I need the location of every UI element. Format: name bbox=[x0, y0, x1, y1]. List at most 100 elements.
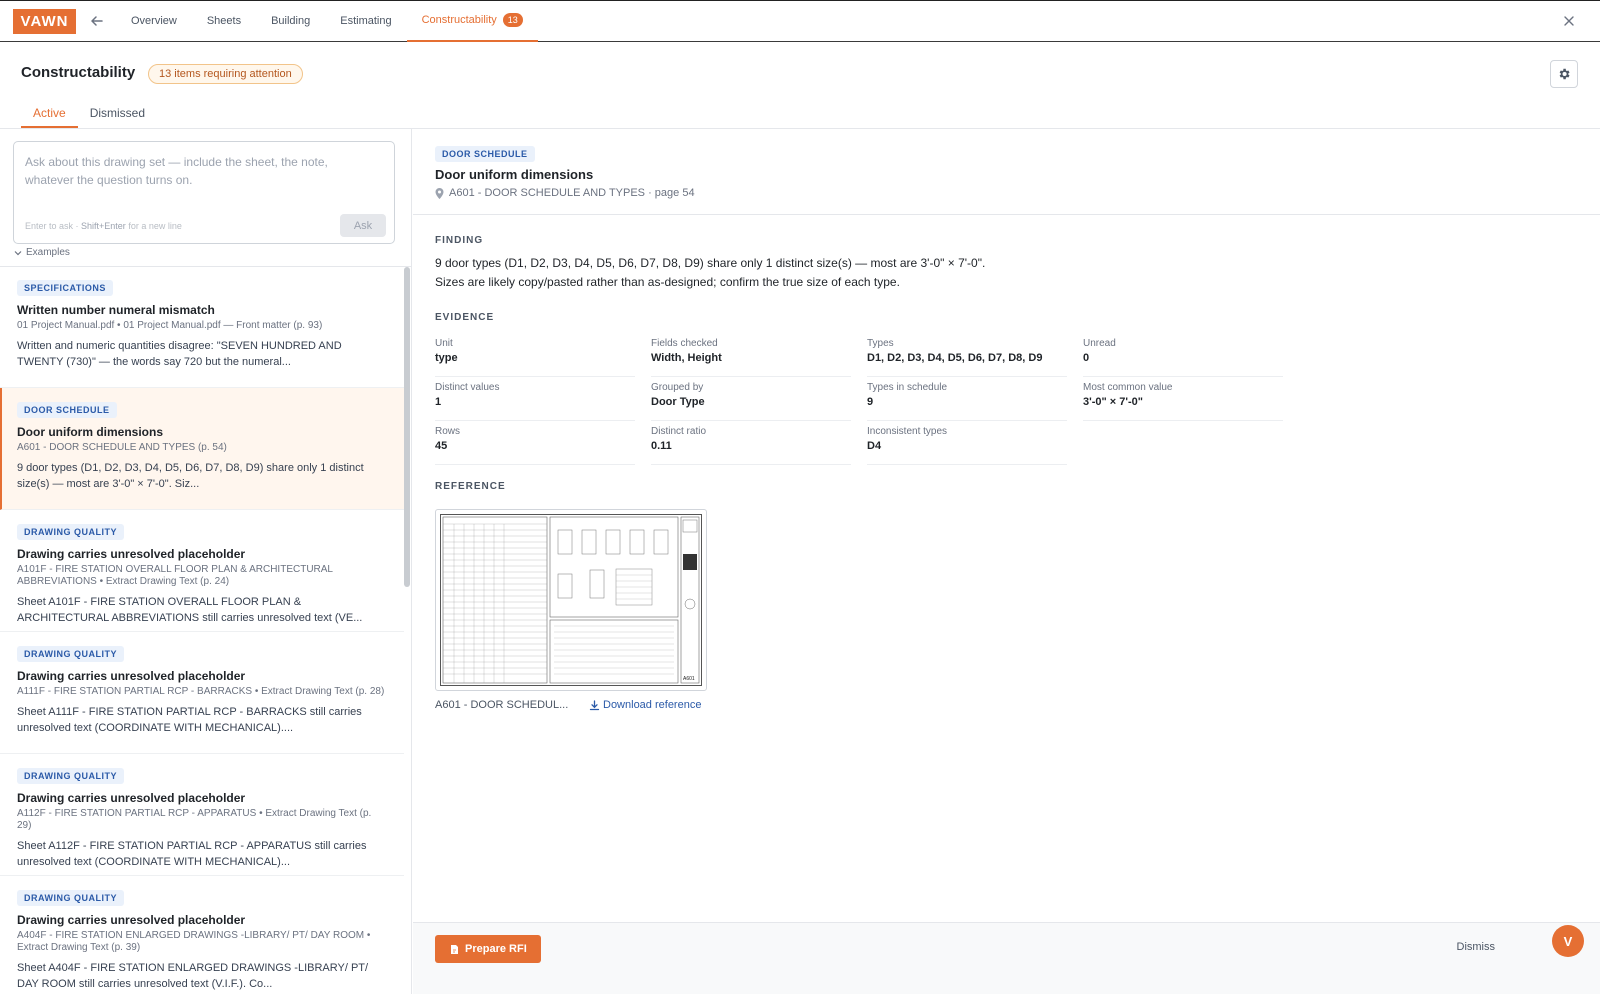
nav-tab-label: Sheets bbox=[206, 15, 242, 27]
evidence-value: Door Type bbox=[651, 396, 705, 408]
evidence-label: Grouped by bbox=[651, 382, 704, 393]
item-description: Sheet A404F - FIRE STATION ENLARGED DRAW… bbox=[17, 962, 369, 990]
attention-badge: 13 items requiring attention bbox=[148, 64, 303, 84]
list-item-selected[interactable]: DOOR SCHEDULE Door uniform dimensions A6… bbox=[0, 388, 404, 510]
back-arrow-icon[interactable] bbox=[86, 10, 108, 32]
category-badge: DRAWING QUALITY bbox=[17, 890, 124, 906]
evidence-label: Rows bbox=[435, 426, 461, 437]
gear-icon bbox=[1559, 68, 1570, 80]
location-pin-icon bbox=[435, 187, 444, 199]
item-title: Drawing carries unresolved placeholder bbox=[17, 791, 246, 805]
nav-tab-label: Estimating bbox=[340, 15, 392, 27]
ask-hint: Enter to ask · Shift+Enter for a new lin… bbox=[25, 221, 182, 231]
evidence-cell: Distinct values 1 bbox=[435, 379, 651, 423]
evidence-cell: Unit type bbox=[435, 335, 651, 379]
nav-tab-building[interactable]: Building bbox=[256, 1, 325, 42]
evidence-value: Width, Height bbox=[651, 352, 722, 364]
finding-detail-panel: DOOR SCHEDULE Door uniform dimensions A6… bbox=[413, 129, 1600, 994]
evidence-label: Most common value bbox=[1083, 382, 1173, 393]
list-item[interactable]: DRAWING QUALITY Drawing carries unresolv… bbox=[0, 632, 404, 754]
evidence-label: Types in schedule bbox=[867, 382, 948, 393]
nav-tab-estimating[interactable]: Estimating bbox=[325, 1, 406, 42]
list-item[interactable]: SPECIFICATIONS Written number numeral mi… bbox=[0, 266, 404, 388]
item-meta: A111F - FIRE STATION PARTIAL RCP - BARRA… bbox=[17, 686, 385, 697]
evidence-label: Distinct values bbox=[435, 382, 500, 393]
item-title: Written number numeral mismatch bbox=[17, 303, 215, 317]
detail-divider bbox=[413, 214, 1600, 215]
evidence-label: Types bbox=[867, 338, 894, 349]
evidence-cell: Types in schedule 9 bbox=[867, 379, 1083, 423]
settings-button[interactable] bbox=[1550, 60, 1578, 88]
list-item[interactable]: DRAWING QUALITY Drawing carries unresolv… bbox=[0, 754, 404, 876]
detail-title: Door uniform dimensions bbox=[435, 167, 594, 182]
item-meta: A112F - FIRE STATION PARTIAL RCP - APPAR… bbox=[17, 808, 372, 831]
prepare-rfi-label: Prepare RFI bbox=[465, 943, 527, 955]
drawing-sheet-thumbnail: A601 bbox=[440, 514, 702, 686]
evidence-label: Unread bbox=[1083, 338, 1116, 349]
item-meta: A404F - FIRE STATION ENLARGED DRAWINGS -… bbox=[17, 930, 371, 953]
reference-label: REFERENCE bbox=[435, 481, 506, 492]
download-reference-link[interactable]: Download reference bbox=[589, 699, 701, 711]
category-badge: DRAWING QUALITY bbox=[17, 646, 124, 662]
dismiss-button[interactable]: Dismiss bbox=[1457, 941, 1496, 953]
item-description: Sheet A111F - FIRE STATION PARTIAL RCP -… bbox=[17, 706, 362, 734]
nav-count-badge: 13 bbox=[502, 13, 523, 27]
detail-location[interactable]: A601 - DOOR SCHEDULE AND TYPES · page 54 bbox=[435, 187, 695, 199]
nav-tab-overview[interactable]: Overview bbox=[116, 1, 192, 42]
item-title: Drawing carries unresolved placeholder bbox=[17, 913, 246, 927]
evidence-cell: Unread 0 bbox=[1083, 335, 1299, 379]
ask-hint-key: Shift+Enter bbox=[81, 221, 126, 231]
examples-label: Examples bbox=[26, 247, 70, 258]
list-item[interactable]: DRAWING QUALITY Drawing carries unresolv… bbox=[0, 876, 404, 994]
category-badge: DOOR SCHEDULE bbox=[17, 402, 117, 418]
avatar[interactable]: V bbox=[1552, 925, 1584, 957]
category-badge: DRAWING QUALITY bbox=[17, 768, 124, 784]
evidence-cell-empty bbox=[1083, 423, 1299, 467]
tab-active[interactable]: Active bbox=[21, 102, 78, 128]
evidence-cell: Most common value 3'-0" × 7'-0" bbox=[1083, 379, 1299, 423]
evidence-value: 45 bbox=[435, 440, 448, 452]
close-icon[interactable] bbox=[1560, 12, 1578, 30]
ask-hint-prefix: Enter to ask · bbox=[25, 221, 82, 231]
item-description: Sheet A112F - FIRE STATION PARTIAL RCP -… bbox=[17, 840, 367, 868]
tab-dismissed[interactable]: Dismissed bbox=[78, 102, 157, 128]
nav-tab-sheets[interactable]: Sheets bbox=[192, 1, 256, 42]
detail-category-badge: DOOR SCHEDULE bbox=[435, 146, 535, 162]
reference-caption: A601 - DOOR SCHEDUL... bbox=[435, 699, 569, 711]
evidence-label: EVIDENCE bbox=[435, 312, 495, 323]
evidence-cell: Rows 45 bbox=[435, 423, 651, 467]
prepare-rfi-button[interactable]: Prepare RFI bbox=[435, 935, 541, 963]
evidence-label: Distinct ratio bbox=[651, 426, 707, 437]
evidence-label: Unit bbox=[435, 338, 453, 349]
page-title: Constructability bbox=[21, 64, 136, 81]
findings-list-panel: Ask about this drawing set — include the… bbox=[0, 129, 412, 994]
app-logo[interactable]: VAWN bbox=[13, 8, 76, 34]
category-badge: SPECIFICATIONS bbox=[17, 280, 113, 296]
ask-input[interactable]: Ask about this drawing set — include the… bbox=[13, 141, 395, 244]
ask-button[interactable]: Ask bbox=[340, 214, 386, 237]
nav-tab-label: Overview bbox=[131, 15, 177, 27]
evidence-value: D4 bbox=[867, 440, 882, 452]
reference-thumbnail[interactable]: A601 bbox=[435, 509, 707, 691]
item-meta: A101F - FIRE STATION OVERALL FLOOR PLAN … bbox=[17, 564, 333, 587]
nav-tab-label: Building bbox=[271, 15, 311, 27]
item-meta: A601 - DOOR SCHEDULE AND TYPES (p. 54) bbox=[17, 442, 227, 453]
item-title: Door uniform dimensions bbox=[17, 425, 164, 439]
evidence-label: Inconsistent types bbox=[867, 426, 948, 437]
evidence-value: 9 bbox=[867, 396, 874, 408]
evidence-value: type bbox=[435, 352, 458, 364]
download-icon bbox=[589, 699, 600, 710]
item-description: Sheet A101F - FIRE STATION OVERALL FLOOR… bbox=[17, 596, 363, 624]
status-tabs: Active Dismissed bbox=[21, 102, 157, 128]
examples-toggle[interactable]: Examples bbox=[14, 247, 70, 258]
evidence-value: 0 bbox=[1083, 352, 1090, 364]
evidence-label: Fields checked bbox=[651, 338, 718, 349]
finding-text: 9 door types (D1, D2, D3, D4, D5, D6, D7… bbox=[435, 256, 986, 289]
evidence-cell: Distinct ratio 0.11 bbox=[651, 423, 867, 467]
item-title: Drawing carries unresolved placeholder bbox=[17, 669, 246, 683]
list-scrollbar[interactable] bbox=[404, 267, 410, 587]
nav-tab-constructability[interactable]: Constructability 13 bbox=[406, 1, 538, 42]
nav-tabs: Overview Sheets Building Estimating Cons… bbox=[116, 1, 538, 42]
list-item[interactable]: DRAWING QUALITY Drawing carries unresolv… bbox=[0, 510, 404, 632]
download-reference-text: Download reference bbox=[603, 699, 702, 711]
